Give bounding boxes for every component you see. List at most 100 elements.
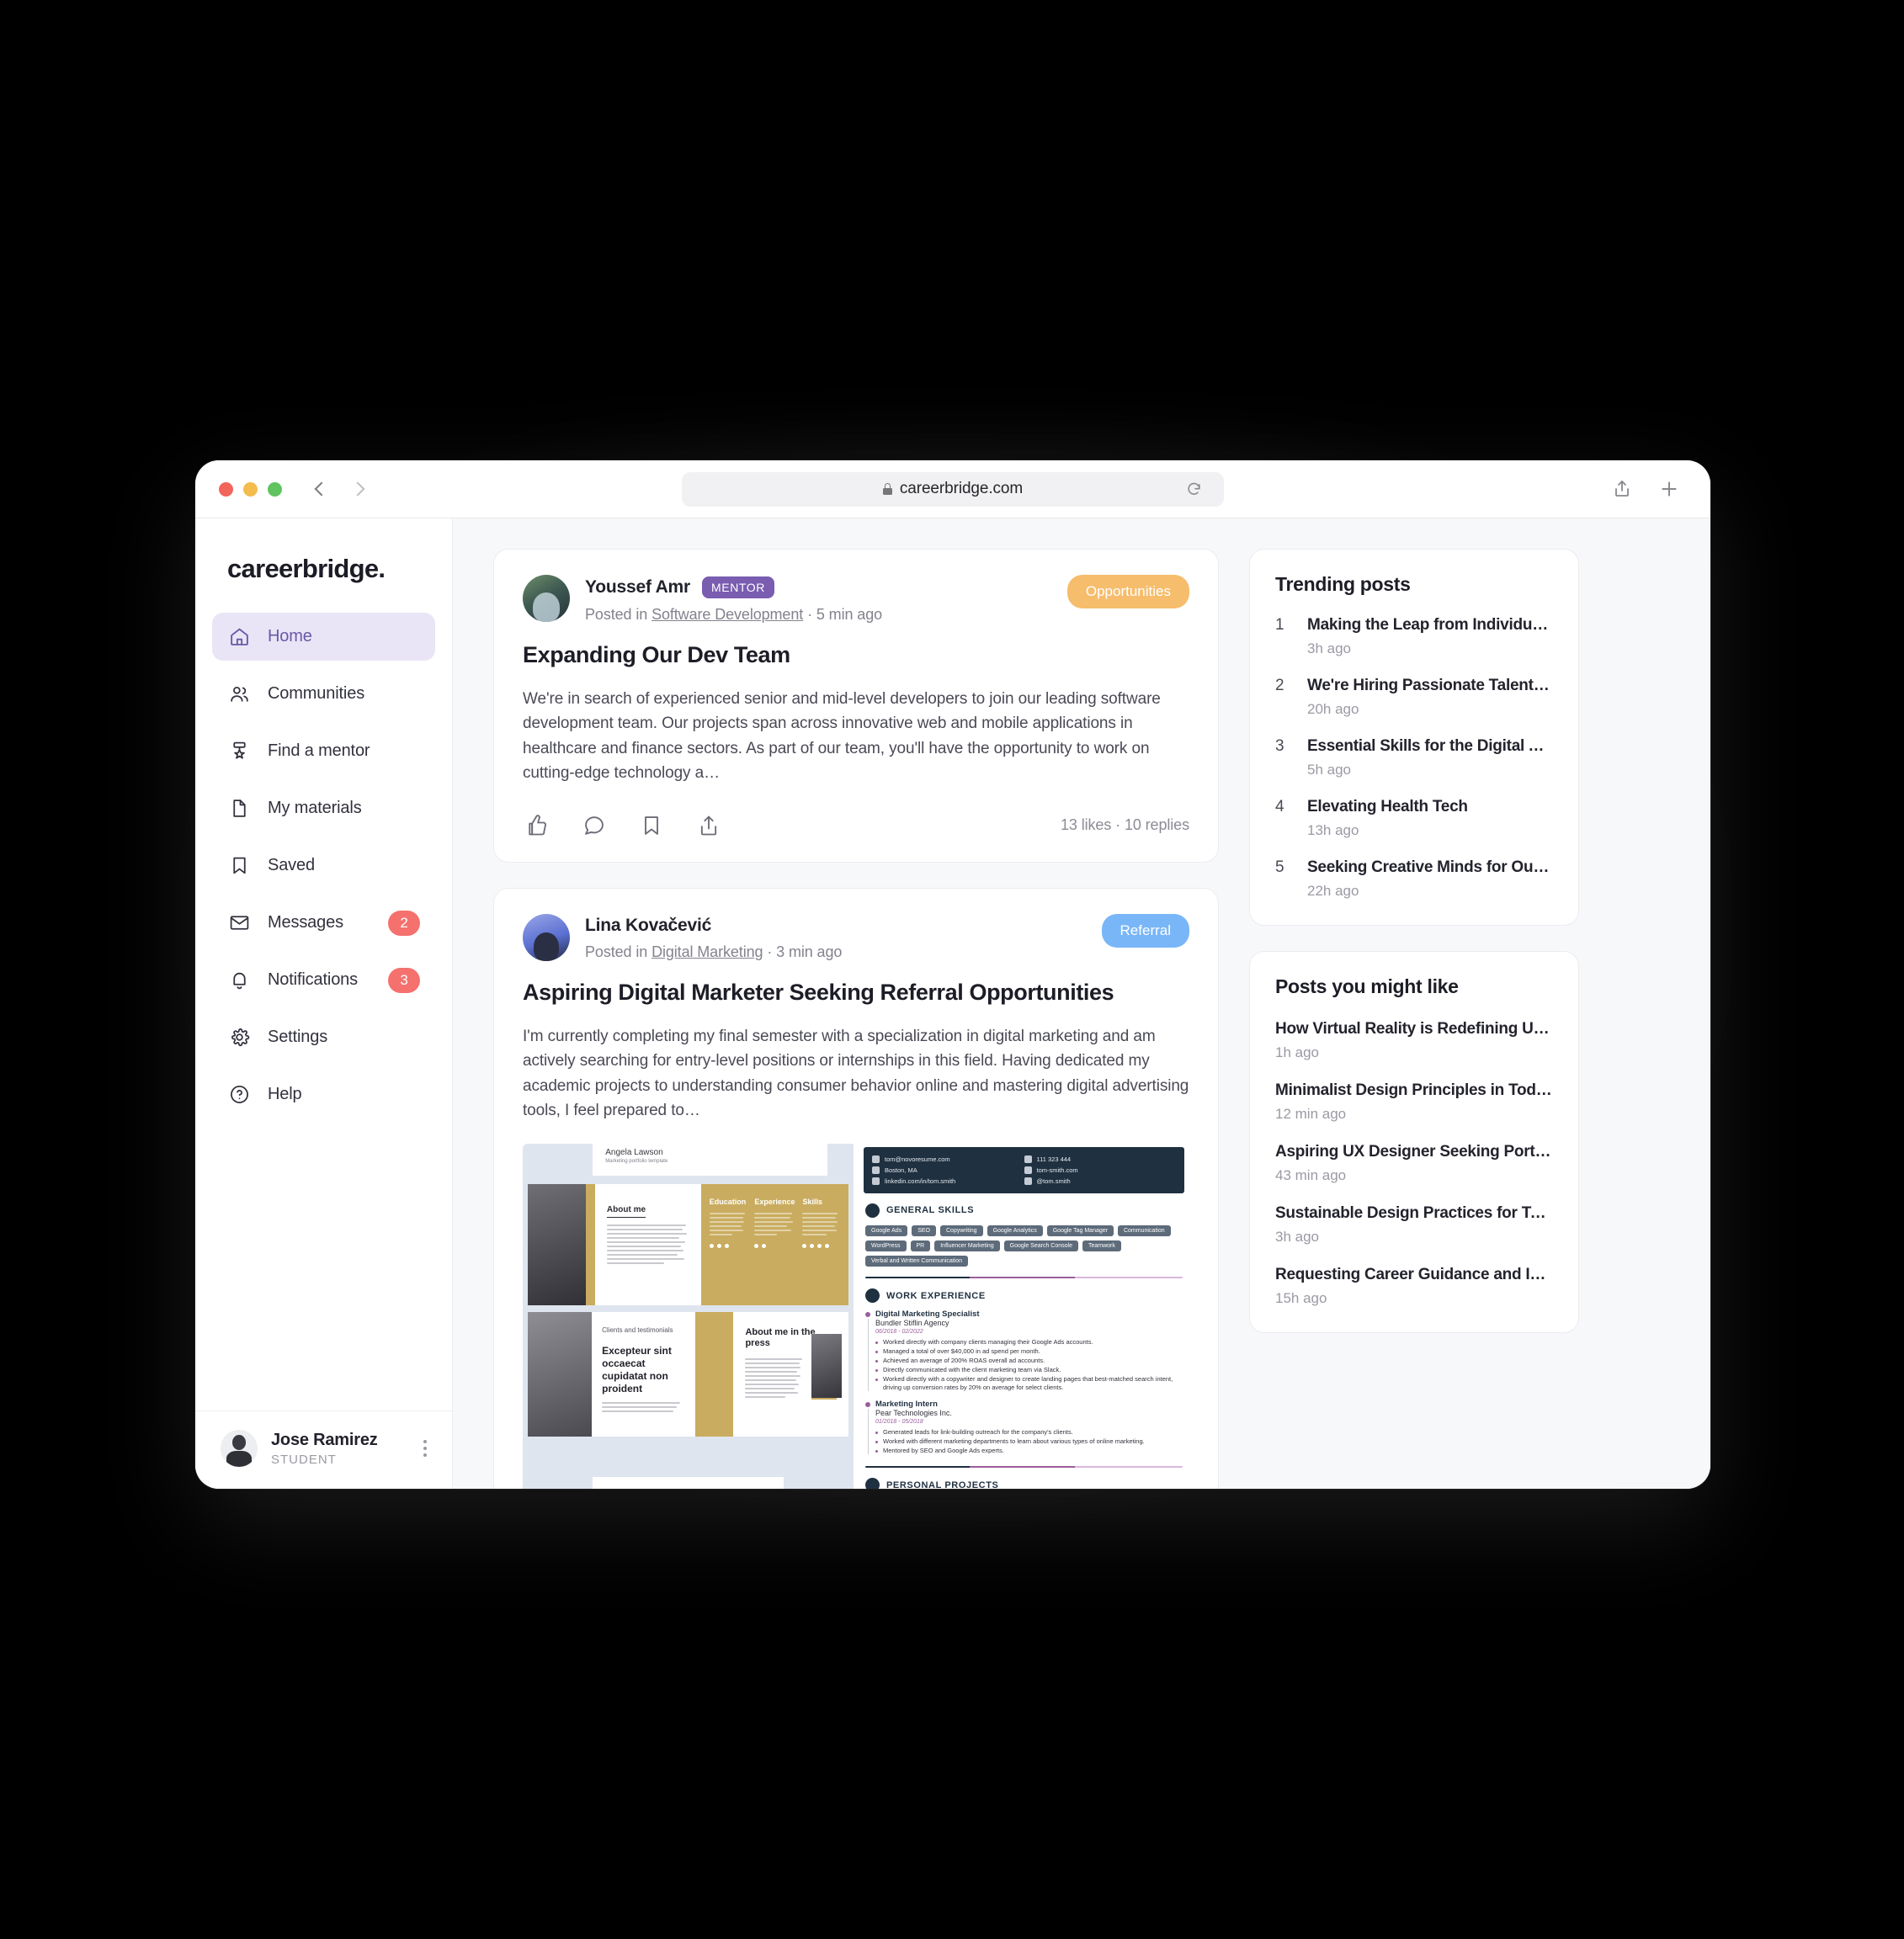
bookmark-icon[interactable] bbox=[637, 811, 666, 840]
skill-chip: Communication bbox=[1117, 1224, 1171, 1236]
thumbs-up-icon[interactable] bbox=[523, 811, 551, 840]
briefcase-icon bbox=[865, 1288, 880, 1303]
maximize-window-button[interactable] bbox=[268, 481, 282, 497]
post-title[interactable]: Expanding Our Dev Team bbox=[523, 642, 1189, 668]
trending-rank: 3 bbox=[1275, 737, 1284, 755]
sidebar-item-communities[interactable]: Communities bbox=[212, 670, 435, 718]
post-category-pill[interactable]: Opportunities bbox=[1066, 575, 1189, 608]
job-bullet: Achieved an average of 200% ROAS overall… bbox=[875, 1357, 1183, 1366]
reload-icon[interactable] bbox=[1186, 481, 1202, 497]
resume-contact: tom@novoresume.com bbox=[885, 1155, 950, 1163]
address-bar-url: careerbridge.com bbox=[899, 480, 1024, 497]
posted-in-label: Posted in bbox=[585, 606, 648, 623]
resume-contact: tom-smith.com bbox=[1036, 1166, 1078, 1174]
list-item[interactable]: 5 Seeking Creative Minds for Our Next… 2… bbox=[1275, 858, 1553, 900]
job-title: Marketing Intern bbox=[875, 1400, 938, 1410]
comment-icon[interactable] bbox=[580, 811, 609, 840]
sidebar-item-find-a-mentor[interactable]: Find a mentor bbox=[212, 727, 435, 775]
back-button[interactable] bbox=[306, 475, 334, 503]
list-item[interactable]: Minimalist Design Principles in Today’s … bbox=[1275, 1081, 1553, 1123]
forward-button[interactable] bbox=[344, 475, 373, 503]
portfolio-testimonial-label: Clients and testimonials bbox=[602, 1325, 673, 1334]
sidebar-profile[interactable]: Jose Ramirez STUDENT bbox=[195, 1410, 452, 1489]
minimize-window-button[interactable] bbox=[243, 481, 258, 497]
avatar[interactable] bbox=[523, 575, 570, 622]
sidebar-item-label: Settings bbox=[268, 1028, 328, 1046]
trending-rank: 1 bbox=[1275, 616, 1284, 634]
skill-chip: PR bbox=[910, 1240, 931, 1251]
browser-nav-buttons bbox=[306, 475, 373, 503]
kebab-menu-icon[interactable] bbox=[418, 1435, 432, 1462]
panel-title: Trending posts bbox=[1275, 573, 1411, 595]
list-item[interactable]: How Virtual Reality is Redefining User E… bbox=[1275, 1020, 1553, 1061]
profile-role: STUDENT bbox=[271, 1452, 337, 1467]
attachment-portfolio-preview[interactable]: Angela Lawson Marketing portfolio templa… bbox=[523, 1143, 854, 1489]
post-body: We're in search of experienced senior an… bbox=[523, 690, 1161, 783]
list-item[interactable]: Requesting Career Guidance and Industry…… bbox=[1275, 1266, 1553, 1307]
sidebar-item-settings[interactable]: Settings bbox=[212, 1013, 435, 1061]
address-bar[interactable]: careerbridge.com bbox=[682, 471, 1224, 507]
gear-icon bbox=[227, 1026, 251, 1049]
suggested-title: Minimalist Design Principles in Today’s … bbox=[1275, 1081, 1553, 1099]
share-icon[interactable] bbox=[694, 811, 723, 840]
avatar[interactable] bbox=[523, 913, 570, 961]
trending-rank: 4 bbox=[1275, 798, 1284, 815]
sidebar-item-messages[interactable]: Messages 2 bbox=[212, 899, 435, 947]
portfolio-subtitle: Marketing portfolio template bbox=[605, 1158, 668, 1164]
portfolio-column-title: Skills bbox=[802, 1197, 822, 1206]
list-item[interactable]: 1 Making the Leap from Individual Con… 3… bbox=[1275, 616, 1553, 657]
resume-contact-header: tom@novoresume.com Boston, MA linkedin.c… bbox=[864, 1146, 1184, 1193]
trending-time: 20h ago bbox=[1307, 701, 1359, 717]
post-title[interactable]: Aspiring Digital Marketer Seeking Referr… bbox=[523, 980, 1189, 1006]
skill-chip: Teamwork bbox=[1082, 1240, 1121, 1251]
suggested-time: 3h ago bbox=[1275, 1229, 1319, 1245]
list-item[interactable]: Sustainable Design Practices for Tech Co… bbox=[1275, 1204, 1553, 1246]
post-body: I'm currently completing my final semest… bbox=[523, 1027, 1189, 1120]
job-bullet: Mentored by SEO and Google Ads experts. bbox=[875, 1447, 1183, 1456]
community-link[interactable]: Software Development bbox=[652, 606, 803, 623]
avatar bbox=[221, 1430, 258, 1467]
list-item[interactable]: Aspiring UX Designer Seeking Portfolio F… bbox=[1275, 1143, 1553, 1184]
attachment-resume-preview[interactable]: tom@novoresume.com Boston, MA linkedin.c… bbox=[859, 1143, 1189, 1489]
sidebar-item-my-materials[interactable]: My materials bbox=[212, 784, 435, 832]
phone-icon bbox=[1024, 1155, 1032, 1163]
community-link[interactable]: Digital Marketing bbox=[652, 943, 763, 960]
share-icon[interactable] bbox=[1611, 478, 1633, 500]
post-author[interactable]: Lina Kovačević bbox=[585, 916, 711, 936]
portfolio-column-title: Education bbox=[709, 1197, 747, 1206]
envelope-icon bbox=[227, 911, 251, 935]
close-window-button[interactable] bbox=[219, 481, 233, 497]
resume-contact: @tom.smith bbox=[1036, 1177, 1071, 1185]
list-item[interactable]: 3 Essential Skills for the Digital Age 5… bbox=[1275, 737, 1553, 778]
sidebar-item-label: Home bbox=[268, 627, 312, 645]
list-item[interactable]: 4 Elevating Health Tech 13h ago bbox=[1275, 798, 1553, 839]
sidebar-item-home[interactable]: Home bbox=[212, 613, 435, 661]
list-item[interactable]: 2 We're Hiring Passionate Talent Acros… … bbox=[1275, 677, 1553, 718]
trending-title: We're Hiring Passionate Talent Acros… bbox=[1307, 677, 1553, 694]
post-subheader: Posted in Digital Marketing · 3 min ago bbox=[585, 943, 842, 961]
notifications-badge: 3 bbox=[388, 967, 420, 993]
browser-toolbar: careerbridge.com bbox=[195, 460, 1710, 518]
sidebar-item-notifications[interactable]: Notifications 3 bbox=[212, 956, 435, 1004]
post-time: 5 min ago bbox=[816, 606, 883, 623]
placeholder-lines bbox=[606, 1224, 689, 1264]
brand-logo[interactable]: careerbridge. bbox=[195, 518, 452, 584]
post-author[interactable]: Youssef Amr bbox=[585, 577, 690, 598]
replies-count: 10 replies bbox=[1124, 816, 1189, 834]
skills-icon bbox=[865, 1203, 880, 1218]
post-category-pill[interactable]: Referral bbox=[1101, 913, 1189, 948]
plus-icon[interactable] bbox=[1658, 478, 1680, 500]
sidebar-item-label: Saved bbox=[268, 856, 315, 874]
home-icon bbox=[227, 625, 251, 649]
trending-posts-panel: Trending posts 1 Making the Leap from In… bbox=[1249, 549, 1579, 926]
trending-title: Essential Skills for the Digital Age bbox=[1307, 737, 1553, 755]
sidebar-item-help[interactable]: Help bbox=[212, 1070, 435, 1118]
trending-time: 22h ago bbox=[1307, 883, 1359, 899]
portfolio-photo bbox=[811, 1333, 843, 1398]
portfolio-photo bbox=[527, 1183, 586, 1305]
app-root: careerbridge. Home Communities Find a me… bbox=[195, 518, 1710, 1489]
twitter-icon bbox=[1024, 1177, 1032, 1185]
sidebar-item-saved[interactable]: Saved bbox=[212, 842, 435, 890]
bell-icon bbox=[227, 969, 251, 992]
trending-title: Making the Leap from Individual Con… bbox=[1307, 616, 1553, 634]
